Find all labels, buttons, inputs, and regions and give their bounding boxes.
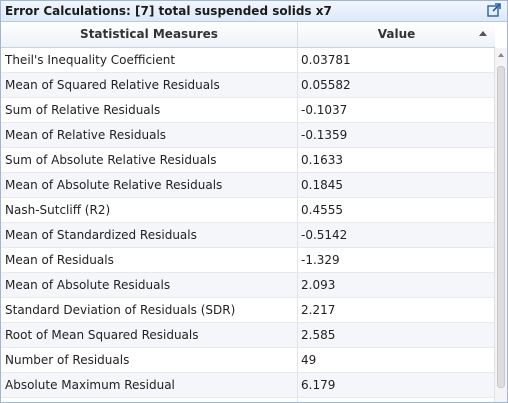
cell-statistical-measure: Absolute Maximum Residual	[5, 378, 175, 392]
column-separator	[297, 198, 298, 222]
table-row[interactable]: Nash-Sutcliff (R2) 0.4555	[1, 198, 495, 223]
table-row[interactable]: Absolute Maximum Residual 6.179	[1, 373, 495, 398]
cell-statistical-measure: Mean of Relative Residuals	[5, 128, 167, 142]
table-row[interactable]: Theil's Inequality Coefficient 0.03781	[1, 48, 495, 73]
cell-statistical-measure: Mean of Absolute Residuals	[5, 278, 171, 292]
table-row[interactable]: Mean of Absolute Relative Residuals 0.184…	[1, 173, 495, 198]
grid-header: Statistical Measures Value	[1, 22, 495, 48]
cell-value: 2.585	[301, 328, 336, 342]
sort-ascending-icon	[479, 31, 487, 36]
cell-value: 0.03781	[301, 53, 351, 67]
column-separator	[297, 248, 298, 272]
table-row[interactable]: Mean of Squared Residuals 6.681	[1, 398, 495, 402]
cell-statistical-measure: Mean of Standardized Residuals	[5, 228, 197, 242]
table-row[interactable]: Sum of Relative Residuals -0.1037	[1, 98, 495, 123]
cell-statistical-measure: Mean of Squared Relative Residuals	[5, 78, 220, 92]
cell-value: 6.179	[301, 378, 336, 392]
cell-value: 6.681	[301, 398, 491, 402]
cell-value: 0.1845	[301, 178, 343, 192]
error-calculations-panel: Error Calculations: [7] total suspended …	[0, 0, 508, 403]
column-separator	[297, 148, 298, 172]
column-separator	[297, 323, 298, 347]
table-row[interactable]: Standard Deviation of Residuals (SDR) 2.2…	[1, 298, 495, 323]
cell-statistical-measure: Sum of Relative Residuals	[5, 103, 161, 117]
column-separator	[297, 173, 298, 197]
table-row[interactable]: Mean of Relative Residuals -0.1359	[1, 123, 495, 148]
cell-statistical-measure: Nash-Sutcliff (R2)	[5, 203, 111, 217]
cell-value: -0.1037	[301, 103, 348, 117]
column-separator	[297, 273, 298, 297]
cell-value: 2.093	[301, 278, 336, 292]
cell-statistical-measure: Number of Residuals	[5, 353, 130, 367]
vertical-scrollbar[interactable]	[494, 48, 507, 402]
column-header-statistical-measures[interactable]: Statistical Measures	[1, 22, 298, 47]
cell-value: -1.329	[301, 253, 340, 267]
column-separator	[297, 298, 298, 322]
column-separator	[297, 223, 298, 247]
cell-statistical-measure: Mean of Squared Residuals	[5, 398, 293, 402]
cell-statistical-measure: Sum of Absolute Relative Residuals	[5, 153, 217, 167]
cell-statistical-measure: Mean of Absolute Relative Residuals	[5, 178, 223, 192]
table-row[interactable]: Mean of Squared Relative Residuals 0.0558…	[1, 73, 495, 98]
cell-statistical-measure: Standard Deviation of Residuals (SDR)	[5, 303, 236, 317]
grid-rows: Theil's Inequality Coefficient 0.03781 Mea…	[1, 48, 495, 402]
column-separator	[297, 123, 298, 147]
table-row[interactable]: Sum of Absolute Relative Residuals 0.1633	[1, 148, 495, 173]
cell-statistical-measure: Mean of Residuals	[5, 253, 114, 267]
column-separator	[297, 348, 298, 372]
table-row[interactable]: Mean of Residuals -1.329	[1, 248, 495, 273]
window-title: Error Calculations: [7] total suspended …	[5, 4, 332, 18]
title-bar: Error Calculations: [7] total suspended …	[1, 1, 507, 22]
scroll-up-icon[interactable]	[498, 53, 504, 57]
cell-value: 0.4555	[301, 203, 343, 217]
cell-value: -0.1359	[301, 128, 348, 142]
cell-value: 0.05582	[301, 78, 351, 92]
column-separator	[297, 48, 298, 72]
statistics-grid: Statistical Measures Value Theil's Inequ…	[1, 22, 507, 402]
column-separator	[297, 98, 298, 122]
column-separator	[297, 373, 298, 397]
scrollbar-thumb[interactable]	[497, 66, 505, 388]
column-separator	[297, 73, 298, 97]
cell-value: 49	[301, 353, 317, 367]
cell-value: -0.5142	[301, 228, 348, 242]
column-separator	[297, 398, 298, 402]
table-row[interactable]: Mean of Standardized Residuals -0.5142	[1, 223, 495, 248]
cell-value: 2.217	[301, 303, 336, 317]
cell-statistical-measure: Theil's Inequality Coefficient	[5, 53, 176, 67]
table-row[interactable]: Root of Mean Squared Residuals 2.585	[1, 323, 495, 348]
table-row[interactable]: Number of Residuals 49	[1, 348, 495, 373]
column-header-value[interactable]: Value	[298, 22, 495, 47]
cell-statistical-measure: Root of Mean Squared Residuals	[5, 328, 199, 342]
column-header-value-label: Value	[377, 27, 416, 41]
cell-value: 0.1633	[301, 153, 343, 167]
popout-icon[interactable]	[487, 3, 501, 17]
table-row[interactable]: Mean of Absolute Residuals 2.093	[1, 273, 495, 298]
